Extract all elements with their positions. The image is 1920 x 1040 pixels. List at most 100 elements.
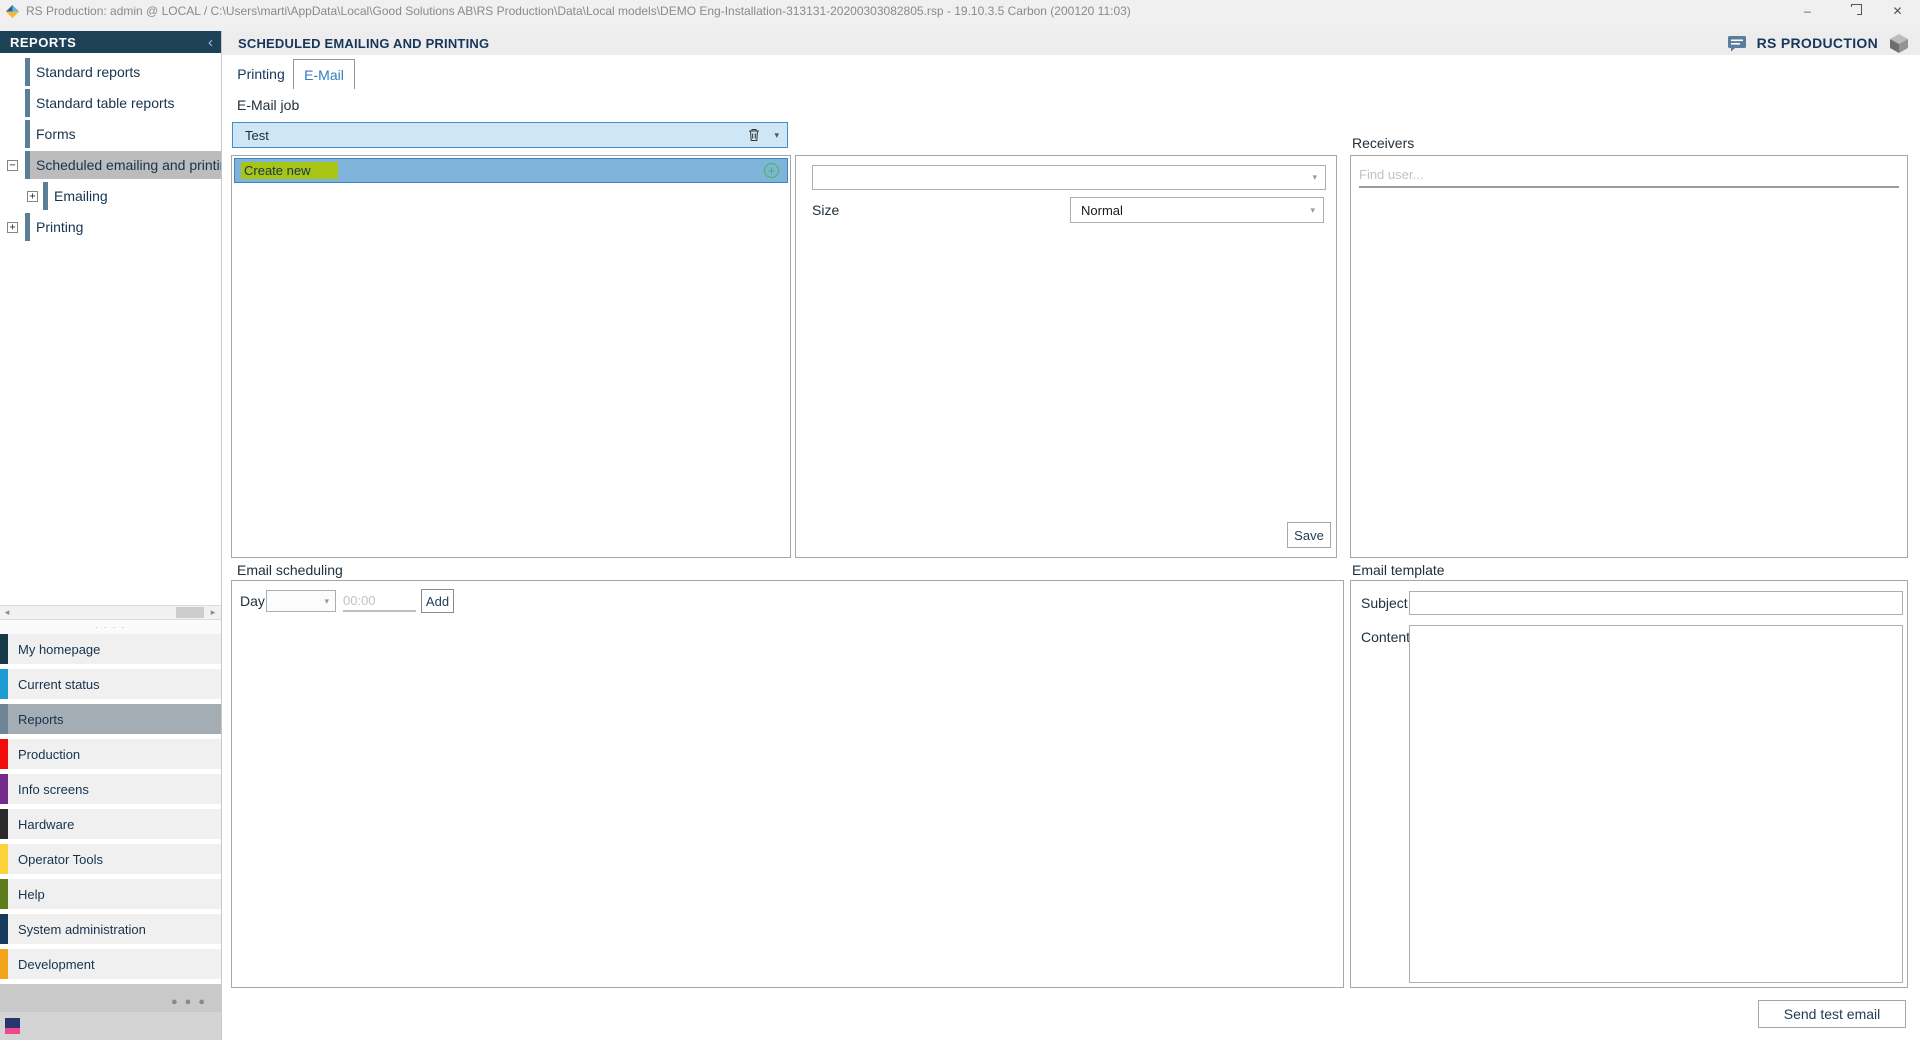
nav-color-bar	[0, 949, 8, 979]
nav-color-bar	[0, 704, 8, 734]
brand-area: RS PRODUCTION	[1727, 32, 1910, 54]
chevron-down-icon: ▾	[324, 596, 329, 607]
tree-item-printing[interactable]: + Printing	[25, 213, 221, 241]
size-value: Normal	[1081, 203, 1310, 218]
report-combobox[interactable]: ▾	[812, 165, 1326, 190]
size-combobox[interactable]: Normal ▾	[1070, 197, 1324, 223]
minimize-button[interactable]: –	[1785, 0, 1830, 22]
nav-color-bar	[0, 774, 8, 804]
top-strip	[0, 22, 1920, 31]
day-combobox[interactable]: ▾	[266, 590, 336, 612]
expand-expander-icon[interactable]: +	[7, 222, 18, 233]
add-job-plus-icon[interactable]: +	[764, 163, 779, 178]
subject-label: Subject	[1361, 595, 1408, 611]
close-button[interactable]: ✕	[1875, 0, 1920, 22]
reports-tree: Standard reports Standard table reports …	[0, 53, 221, 605]
nav-item-production[interactable]: Production	[0, 739, 221, 769]
app-logo-icon	[5, 4, 20, 19]
nav-item-hardware[interactable]: Hardware	[0, 809, 221, 839]
tree-horizontal-scrollbar[interactable]: ◂ ▸	[0, 605, 221, 620]
email-scheduling-label: Email scheduling	[237, 562, 343, 578]
title-bar: RS Production: admin @ LOCAL / C:\Users\…	[0, 0, 1920, 22]
cube-logo-icon	[1888, 32, 1910, 54]
nav-item-current-status[interactable]: Current status	[0, 669, 221, 699]
create-new-job-row[interactable]: Create new +	[234, 158, 788, 183]
size-label: Size	[812, 202, 839, 218]
add-schedule-button[interactable]: Add	[421, 589, 454, 613]
nav-item-my-homepage[interactable]: My homepage	[0, 634, 221, 664]
receivers-label: Receivers	[1352, 135, 1414, 151]
email-job-label: E-Mail job	[237, 97, 299, 113]
email-template-label: Email template	[1352, 562, 1445, 578]
send-test-email-button[interactable]: Send test email	[1758, 1000, 1906, 1028]
sidebar-header: REPORTS ‹	[0, 31, 221, 53]
save-button[interactable]: Save	[1287, 522, 1331, 548]
time-input[interactable]	[343, 590, 416, 612]
find-user-input[interactable]	[1359, 162, 1899, 188]
sidebar-title: REPORTS	[10, 35, 208, 50]
splitter-dots-icon: · · · ·	[95, 623, 126, 632]
tree-item-standard-table-reports[interactable]: Standard table reports	[25, 89, 221, 117]
scrollbar-thumb[interactable]	[176, 607, 204, 618]
day-label: Day	[240, 593, 265, 609]
email-template-panel: Subject Content	[1350, 580, 1908, 988]
subject-input[interactable]	[1409, 591, 1903, 615]
nav-item-reports[interactable]: Reports	[0, 704, 221, 734]
restore-button[interactable]	[1830, 0, 1875, 22]
locale-flag-icon	[5, 1018, 20, 1034]
nav-item-development[interactable]: Development	[0, 949, 221, 979]
tree-item-emailing[interactable]: + Emailing	[43, 182, 221, 210]
scroll-left-icon[interactable]: ◂	[0, 606, 14, 619]
tree-bar	[43, 182, 48, 210]
email-scheduling-panel: Day ▾ Add	[231, 580, 1344, 988]
sidebar-status-strip	[0, 1012, 221, 1040]
tree-bar	[25, 120, 30, 148]
nav-footer: ● ● ●	[0, 984, 221, 1012]
tree-bar	[25, 213, 30, 241]
tree-bar	[25, 89, 30, 117]
collapse-expander-icon[interactable]: −	[7, 160, 18, 171]
chevron-down-icon: ▾	[1312, 172, 1317, 183]
nav-overflow-icon[interactable]: ● ● ●	[171, 996, 207, 1008]
chevron-down-icon[interactable]: ▾	[774, 130, 779, 141]
page-title: SCHEDULED EMAILING AND PRINTING	[238, 36, 1727, 51]
email-job-list: Create new +	[231, 155, 791, 558]
tab-printing[interactable]: Printing	[232, 59, 290, 89]
nav-color-bar	[0, 879, 8, 909]
content-textarea[interactable]	[1409, 625, 1903, 983]
job-detail-panel: ▾ Size Normal ▾ Save	[795, 155, 1337, 558]
create-new-label: Create new	[241, 162, 338, 179]
nav-color-bar	[0, 739, 8, 769]
sidebar: REPORTS ‹ Standard reports Standard tabl…	[0, 31, 222, 1040]
email-tab-content: Printing E-Mail E-Mail job Test ▾ Create…	[222, 55, 1920, 1040]
nav-color-bar	[0, 914, 8, 944]
nav-color-bar	[0, 809, 8, 839]
receivers-panel	[1350, 155, 1908, 558]
chevron-down-icon: ▾	[1310, 205, 1315, 216]
nav-item-info-screens[interactable]: Info screens	[0, 774, 221, 804]
page-header: SCHEDULED EMAILING AND PRINTING RS PRODU…	[222, 31, 1920, 55]
tree-item-scheduled-emailing-and-printing[interactable]: − Scheduled emailing and printing	[25, 151, 221, 179]
sidebar-collapse-icon[interactable]: ‹	[208, 35, 213, 50]
nav-color-bar	[0, 669, 8, 699]
tree-item-forms[interactable]: Forms	[25, 120, 221, 148]
nav-item-system-administration[interactable]: System administration	[0, 914, 221, 944]
sidebar-splitter[interactable]: · · · ·	[0, 620, 221, 634]
nav-item-operator-tools[interactable]: Operator Tools	[0, 844, 221, 874]
email-job-combobox[interactable]: Test ▾	[232, 122, 788, 148]
tab-email[interactable]: E-Mail	[293, 59, 355, 89]
nav-color-bar	[0, 844, 8, 874]
expand-expander-icon[interactable]: +	[27, 191, 38, 202]
nav-color-bar	[0, 634, 8, 664]
nav-item-help[interactable]: Help	[0, 879, 221, 909]
scroll-right-icon[interactable]: ▸	[206, 606, 220, 619]
content-label: Content	[1361, 629, 1410, 645]
restore-icon	[1848, 7, 1857, 16]
delete-job-trash-icon[interactable]	[748, 128, 760, 142]
tree-item-standard-reports[interactable]: Standard reports	[25, 58, 221, 86]
tree-bar	[25, 58, 30, 86]
chat-icon	[1727, 35, 1747, 52]
email-job-value: Test	[245, 128, 748, 143]
main-navigation: My homepage Current status Reports Produ…	[0, 634, 221, 984]
window-title: RS Production: admin @ LOCAL / C:\Users\…	[26, 4, 1785, 18]
